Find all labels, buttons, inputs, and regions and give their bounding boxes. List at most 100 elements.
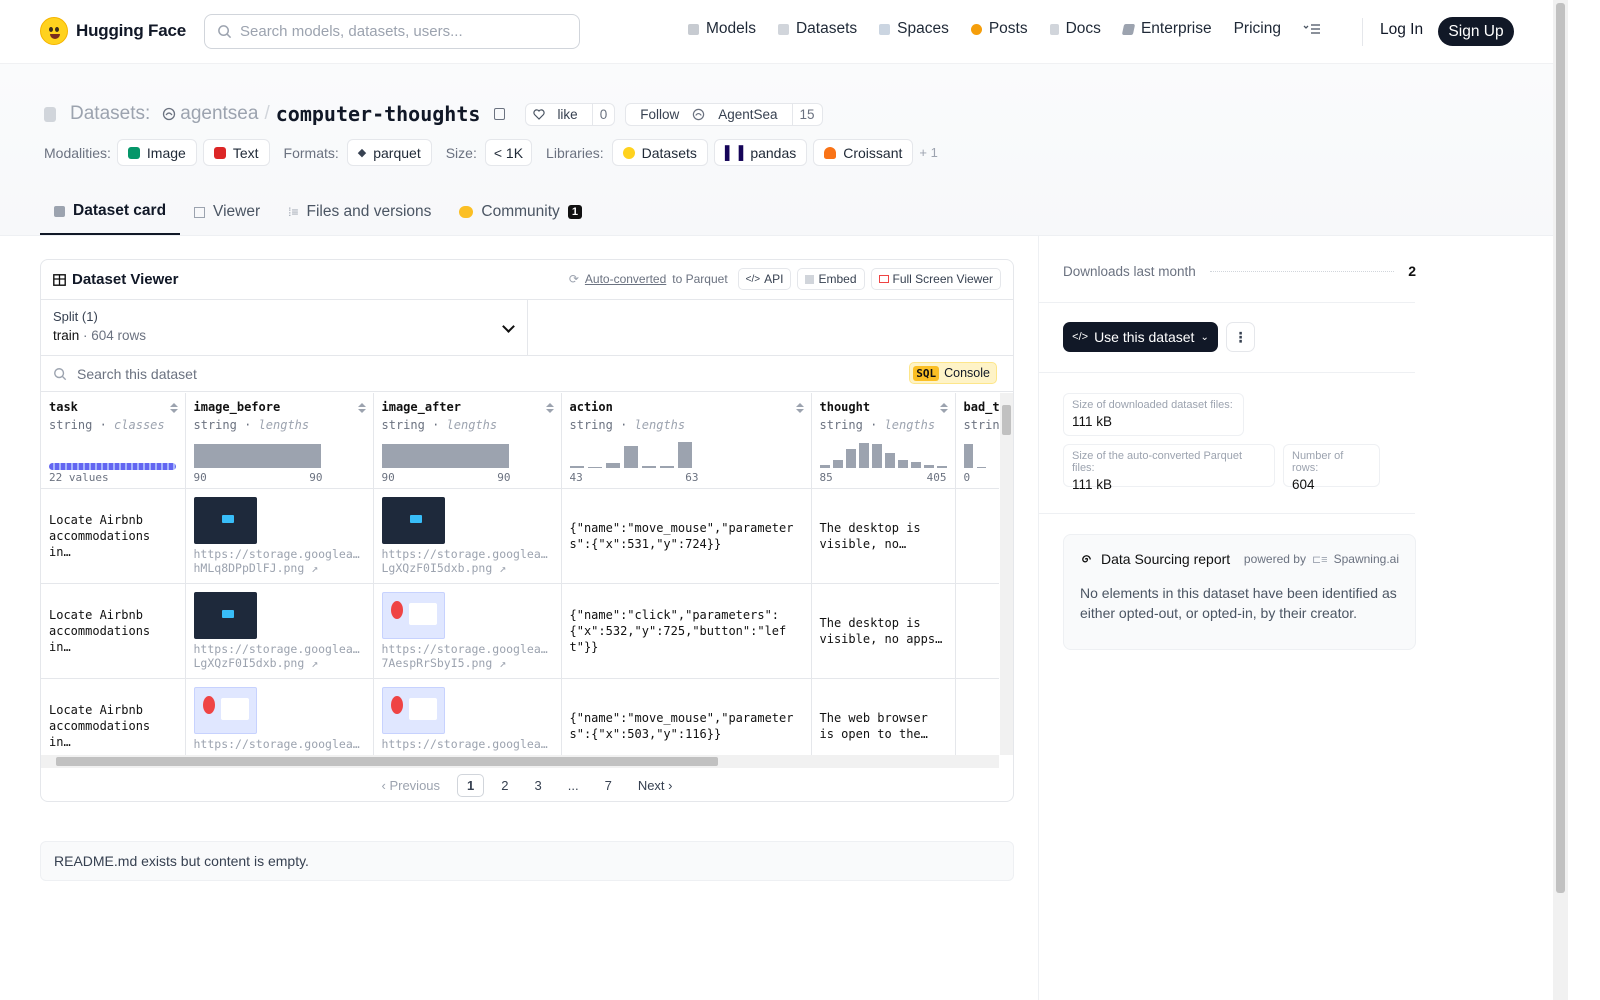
tag-croissant[interactable]: Croissant <box>813 139 914 166</box>
scrollbar-thumb[interactable] <box>1556 3 1565 893</box>
logo[interactable]: Hugging Face <box>40 17 186 45</box>
tag-image[interactable]: Image <box>116 139 197 166</box>
sort-icon[interactable] <box>796 403 804 413</box>
screenshot-thumbnail[interactable] <box>193 496 257 544</box>
histogram-bin[interactable] <box>871 443 882 468</box>
previous-page-button[interactable]: ‹ Previous <box>373 775 450 796</box>
image-file-link[interactable]: 7AespRrSbyI5.png ↗ <box>382 656 553 670</box>
nav-more-menu[interactable] <box>1303 23 1321 35</box>
histogram-bin[interactable] <box>605 462 620 468</box>
histogram-bin[interactable] <box>832 459 843 468</box>
cell-image-after[interactable]: https://storage.googleap… <box>373 678 562 755</box>
nav-datasets[interactable]: Datasets <box>777 20 857 38</box>
page-2-button[interactable]: 2 <box>492 775 517 796</box>
nav-enterprise[interactable]: Enterprise <box>1121 20 1212 38</box>
sort-icon[interactable] <box>546 403 554 413</box>
api-button[interactable]: </> API <box>737 268 792 290</box>
image-url[interactable]: https://storage.googleap… <box>382 737 553 751</box>
cell-thought[interactable]: The desktop is visible, no… <box>811 488 956 584</box>
split-dropdown[interactable]: Split (1) train · 604 rows <box>41 300 528 355</box>
page-7-button[interactable]: 7 <box>596 775 621 796</box>
sql-console-button[interactable]: SQL Console <box>909 362 997 384</box>
nav-models[interactable]: Models <box>688 20 756 38</box>
tab-community[interactable]: Community 1 <box>445 189 596 235</box>
dataset-search[interactable]: SQL Console <box>41 356 1013 392</box>
cell-image-before[interactable]: https://storage.googleap… <box>185 678 374 755</box>
table-row[interactable]: Locate Airbnb accommodations in… https:/… <box>41 678 999 755</box>
col-header-action[interactable]: action string · lengths 43 63 <box>561 393 812 489</box>
next-page-button[interactable]: Next › <box>629 775 682 796</box>
histogram-bin[interactable] <box>623 445 638 468</box>
cell-action[interactable]: {"name":"move_mouse","parameters":{"x":5… <box>561 678 812 755</box>
cell-task[interactable]: Locate Airbnb accommodations in… <box>41 488 186 584</box>
class-distribution-bar[interactable] <box>49 462 176 470</box>
histogram-bin[interactable] <box>845 448 856 468</box>
nav-pricing[interactable]: Pricing <box>1234 20 1281 38</box>
dataset-search-input[interactable] <box>77 365 777 382</box>
screenshot-thumbnail[interactable] <box>193 686 257 734</box>
col-header-image-after[interactable]: image_after string · lengths 90 90 <box>373 393 562 489</box>
length-histogram[interactable] <box>819 440 947 468</box>
like-button[interactable]: like 0 <box>525 102 616 126</box>
global-search[interactable] <box>204 14 580 49</box>
histogram-bin[interactable] <box>858 442 869 468</box>
sort-icon[interactable] <box>358 403 366 413</box>
image-file-link[interactable]: hMLq8DPpDlFJ.png ↗ <box>194 561 365 575</box>
tab-viewer[interactable]: Viewer <box>180 189 274 235</box>
scrollbar-thumb[interactable] <box>1002 405 1011 435</box>
screenshot-thumbnail[interactable] <box>381 496 445 544</box>
histogram-bin[interactable] <box>976 466 986 468</box>
image-url[interactable]: https://storage.googleap… <box>194 737 365 751</box>
page-scrollbar[interactable] <box>1553 0 1568 1000</box>
col-header-task[interactable]: task string · classes 22 values <box>41 393 186 489</box>
tag-text[interactable]: Text <box>202 139 270 166</box>
image-url[interactable]: https://storage.googleap… <box>382 642 553 656</box>
col-header-image-before[interactable]: image_before string · lengths 90 90 <box>185 393 374 489</box>
image-file-link[interactable]: LgXQzF0I5dxb.png ↗ <box>382 561 553 575</box>
tab-files[interactable]: ⁞≡ Files and versions <box>274 189 445 235</box>
cell-thought[interactable]: The desktop is visible, no apps… <box>811 583 956 679</box>
cell-task[interactable]: Locate Airbnb accommodations in… <box>41 583 186 679</box>
libraries-more[interactable]: + 1 <box>919 145 937 160</box>
cell-image-after[interactable]: https://storage.googleap… 7AespRrSbyI5.pn… <box>373 583 562 679</box>
embed-button[interactable]: Embed <box>797 268 865 290</box>
more-options-button[interactable]: ⋮ <box>1226 322 1255 352</box>
image-url[interactable]: https://storage.googleap… <box>194 547 365 561</box>
follow-button[interactable]: Follow AgentSea 15 <box>625 102 823 126</box>
cell-image-before[interactable]: https://storage.googleap… hMLq8DPpDlFJ.pn… <box>185 488 374 584</box>
histogram-bin[interactable] <box>897 459 908 468</box>
scrollbar-thumb[interactable] <box>56 757 718 766</box>
tag-datasets[interactable]: Datasets <box>611 139 708 166</box>
dataset-name[interactable]: computer-thoughts <box>276 102 481 126</box>
global-search-input[interactable] <box>240 23 560 40</box>
page-3-button[interactable]: 3 <box>526 775 551 796</box>
length-histogram[interactable] <box>569 440 692 468</box>
histogram-bin[interactable] <box>677 441 692 468</box>
histogram-bar[interactable] <box>381 443 509 468</box>
screenshot-thumbnail[interactable] <box>193 591 257 639</box>
image-file-link[interactable]: LgXQzF0I5dxb.png ↗ <box>194 656 365 670</box>
length-histogram[interactable] <box>963 440 986 468</box>
col-header-thought[interactable]: thought string · lengths 85 405 <box>811 393 956 489</box>
tab-dataset-card[interactable]: Dataset card <box>40 189 181 235</box>
signup-button[interactable]: Sign Up <box>1438 17 1514 46</box>
sort-icon[interactable] <box>940 403 948 413</box>
nav-docs[interactable]: Docs <box>1049 20 1101 38</box>
image-url[interactable]: https://storage.googleap… <box>194 642 365 656</box>
login-link[interactable]: Log In <box>1380 21 1423 39</box>
cell-thought[interactable]: The web browser is open to the… <box>811 678 956 755</box>
cell-bad-thought[interactable] <box>955 678 999 755</box>
histogram-bin[interactable] <box>936 465 947 468</box>
table-row[interactable]: Locate Airbnb accommodations in… https:/… <box>41 583 999 679</box>
image-url[interactable]: https://storage.googleap… <box>382 547 553 561</box>
histogram-bin[interactable] <box>569 465 584 468</box>
fullscreen-button[interactable]: Full Screen Viewer <box>870 268 1001 290</box>
tag-size[interactable]: < 1K <box>484 139 533 166</box>
tag-parquet[interactable]: ◆ parquet <box>346 139 432 166</box>
table-vertical-scrollbar[interactable] <box>1000 393 1013 755</box>
powered-by[interactable]: powered by ⊏≡ Spawning.ai <box>1244 552 1399 566</box>
histogram-bar[interactable] <box>193 443 321 468</box>
cell-action[interactable]: {"name":"move_mouse","parameters":{"x":5… <box>561 488 812 584</box>
cell-image-before[interactable]: https://storage.googleap… LgXQzF0I5dxb.pn… <box>185 583 374 679</box>
cell-image-after[interactable]: https://storage.googleap… LgXQzF0I5dxb.pn… <box>373 488 562 584</box>
